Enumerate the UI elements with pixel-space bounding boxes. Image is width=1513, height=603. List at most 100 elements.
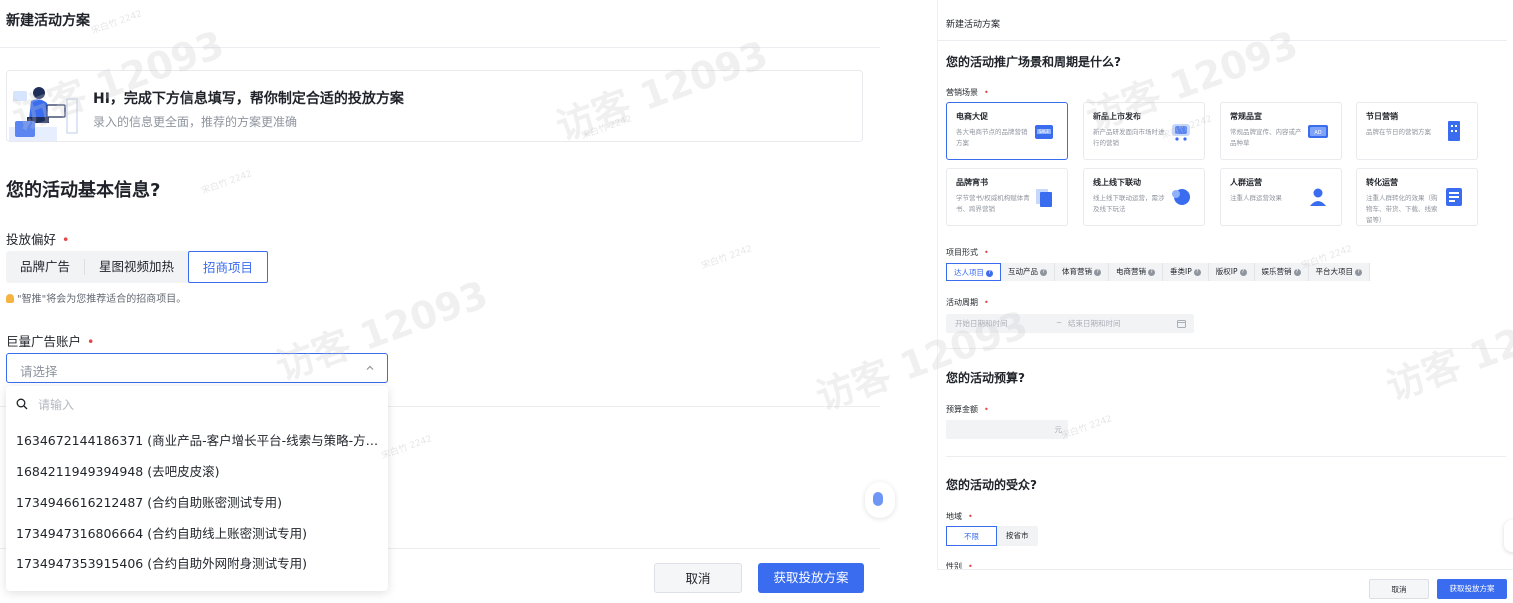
required-mark: • <box>984 298 989 307</box>
svg-text:SALE: SALE <box>1039 129 1050 134</box>
assistant-bubble[interactable] <box>865 482 895 518</box>
assistant-icon <box>873 492 883 506</box>
date-range-picker[interactable]: 开始日期和时间 ~ 结束日期和时间 <box>946 314 1194 333</box>
preference-segmented-control: 品牌广告 星图视频加热 招商项目 <box>6 251 269 283</box>
cancel-button[interactable]: 取消 <box>1369 579 1429 599</box>
form-label: 项目形式 • <box>946 248 989 257</box>
region-option-province[interactable]: 按省市 <box>997 526 1038 546</box>
required-mark: • <box>62 232 70 247</box>
divider <box>946 456 1506 457</box>
question-budget: 您的活动预算? <box>946 371 1025 385</box>
question-audience: 您的活动的受众? <box>946 478 1037 492</box>
divider <box>937 0 938 603</box>
form-option[interactable]: 娱乐营销? <box>1255 263 1309 281</box>
banner-title: HI，完成下方信息填写，帮你制定合适的投放方案 <box>93 91 404 107</box>
svg-text:AD: AD <box>1314 130 1321 136</box>
account-option[interactable]: 1734947316806664 (合约自助线上账密测试专用) <box>16 523 384 545</box>
card-title: 转化运营 <box>1366 178 1398 187</box>
account-option[interactable]: 1734947353915406 (合约自助外网附身测试专用) <box>16 553 384 575</box>
new-cart-icon <box>1172 124 1190 141</box>
card-title: 节日营销 <box>1366 112 1398 121</box>
section-title: 您的活动基本信息? <box>6 180 161 201</box>
search-placeholder: 请输入 <box>38 397 75 412</box>
get-plan-button[interactable]: 获取投放方案 <box>1437 579 1507 599</box>
help-icon: ? <box>1094 268 1101 276</box>
period-label: 活动周期 • <box>946 298 989 307</box>
card-title: 新品上市发布 <box>1093 112 1141 121</box>
card-title: 人群运营 <box>1230 178 1262 187</box>
form-option[interactable]: 垂类IP? <box>1163 263 1209 281</box>
intro-banner: HI，完成下方信息填写，帮你制定合适的投放方案 录入的信息更全面，推荐的方案更准… <box>6 70 863 142</box>
card-desc: 新产品研发面向市场时进行的营销 <box>1093 128 1165 147</box>
required-mark: • <box>984 405 989 414</box>
get-plan-button[interactable]: 获取投放方案 <box>758 563 864 593</box>
calendar-icon <box>1177 320 1186 328</box>
assistant-bubble[interactable] <box>1504 520 1513 552</box>
account-option[interactable]: 1634672144186371 (商业产品-客户增长平台-线索与策略-方霞..… <box>16 430 384 452</box>
preference-hint: "智推"将会为您推荐适合的招商项目。 <box>6 290 186 305</box>
scene-card-brand[interactable]: 常规品宣 常规品牌宣传、内容或产品种草 AD <box>1220 102 1342 160</box>
option-investment-project[interactable]: 招商项目 <box>188 251 269 283</box>
card-desc: 学节营书/权威机构赋体青书、跨界营销 <box>956 194 1030 213</box>
cancel-button[interactable]: 取消 <box>654 563 742 593</box>
card-title: 线上线下联动 <box>1093 178 1141 187</box>
form-option[interactable]: 电商营销? <box>1109 263 1163 281</box>
doc-stack-icon <box>1036 189 1052 207</box>
scene-card-conversion[interactable]: 转化运营 注重人群转化的效果（购物车、带货、下载、线索留等） <box>1356 168 1478 226</box>
screen: 新建活动方案 HI，完成下方信息填写，帮你制定合适的投放方案 录入的信息更全面，… <box>0 0 1513 603</box>
region-segmented-control: 不限 按省市 <box>946 526 1038 546</box>
form-option[interactable]: 版权IP? <box>1209 263 1255 281</box>
form-option[interactable]: 达人项目? <box>946 263 1001 281</box>
required-mark: • <box>968 512 973 521</box>
chevron-up-icon <box>366 365 374 370</box>
form-option[interactable]: 体育营销? <box>1055 263 1109 281</box>
preference-label: 投放偏好 • <box>6 232 70 247</box>
account-select[interactable]: 请选择 <box>6 353 388 383</box>
option-video-boost[interactable]: 星图视频加热 <box>85 251 188 283</box>
project-form-tabs: 达人项目? 互动产品? 体育营销? 电商营销? 垂类IP? 版权IP? 娱乐营销… <box>946 263 1370 281</box>
person-icon <box>1310 188 1326 206</box>
scene-card-o2o[interactable]: 线上线下联动 线上线下联动运营，需涉及线下玩法 <box>1083 168 1205 226</box>
account-option[interactable]: 1684211949394948 (去吧皮皮滚) <box>16 461 384 483</box>
left-panel: 新建活动方案 HI，完成下方信息填写，帮你制定合适的投放方案 录入的信息更全面，… <box>0 0 895 603</box>
card-desc: 线上线下联动运营，需涉及线下玩法 <box>1093 194 1165 213</box>
budget-input[interactable]: 元 <box>946 420 1068 439</box>
form-option[interactable]: 互动产品? <box>1001 263 1055 281</box>
banner-subtitle: 录入的信息更全面，推荐的方案更准确 <box>93 115 298 129</box>
building-icon <box>1448 121 1460 141</box>
required-mark: • <box>87 334 95 349</box>
card-title: 常规品宣 <box>1230 112 1262 121</box>
divider <box>946 348 1506 349</box>
chat-bubble-icon <box>1172 189 1190 205</box>
account-label: 巨量广告账户 • <box>6 334 95 349</box>
help-icon: ? <box>1193 268 1201 276</box>
card-desc: 各大电商节点的品牌营销方案 <box>956 128 1028 147</box>
required-mark: • <box>984 88 989 97</box>
help-icon: ? <box>1239 268 1247 276</box>
required-mark: • <box>984 248 989 257</box>
card-desc: 注重人群转化的效果（购物车、带货、下载、线索留等） <box>1366 194 1438 224</box>
form-option[interactable]: 平台大项目? <box>1309 263 1370 281</box>
divider <box>937 40 1507 41</box>
card-desc: 注重人群运营效果 <box>1230 194 1282 202</box>
account-option[interactable]: 1734946616212487 (合约自助账密测试专用) <box>16 492 384 514</box>
question-scene: 您的活动推广场景和周期是什么? <box>946 55 1121 69</box>
help-icon: ? <box>1148 268 1155 276</box>
scene-card-new-launch[interactable]: 新品上市发布 新产品研发面向市场时进行的营销 <box>1083 102 1205 160</box>
scene-card-brand-book[interactable]: 品牌宵书 学节营书/权威机构赋体青书、跨界营销 <box>946 168 1068 226</box>
dropdown-search[interactable]: 请输入 <box>16 394 74 414</box>
footer-bar: 取消 获取投放方案 <box>937 569 1513 603</box>
form-icon <box>1446 188 1462 206</box>
search-icon <box>16 398 28 410</box>
help-icon: ? <box>1355 268 1362 276</box>
person-laptop-illustration <box>9 87 78 141</box>
account-dropdown: 请输入 1634672144186371 (商业产品-客户增长平台-线索与策略-… <box>6 386 388 591</box>
region-option-unlimited[interactable]: 不限 <box>946 526 997 546</box>
start-date-placeholder: 开始日期和时间 <box>955 319 1008 328</box>
scene-card-ecommerce[interactable]: 电商大促 各大电商节点的品牌营销方案 SALE <box>946 102 1068 160</box>
option-brand-ads[interactable]: 品牌广告 <box>6 251 84 283</box>
select-placeholder: 请选择 <box>20 364 58 379</box>
scene-card-festival[interactable]: 节日营销 品牌在节日的营销方案 <box>1356 102 1478 160</box>
scene-card-audience[interactable]: 人群运营 注重人群运营效果 <box>1220 168 1342 226</box>
help-icon: ? <box>1040 268 1047 276</box>
